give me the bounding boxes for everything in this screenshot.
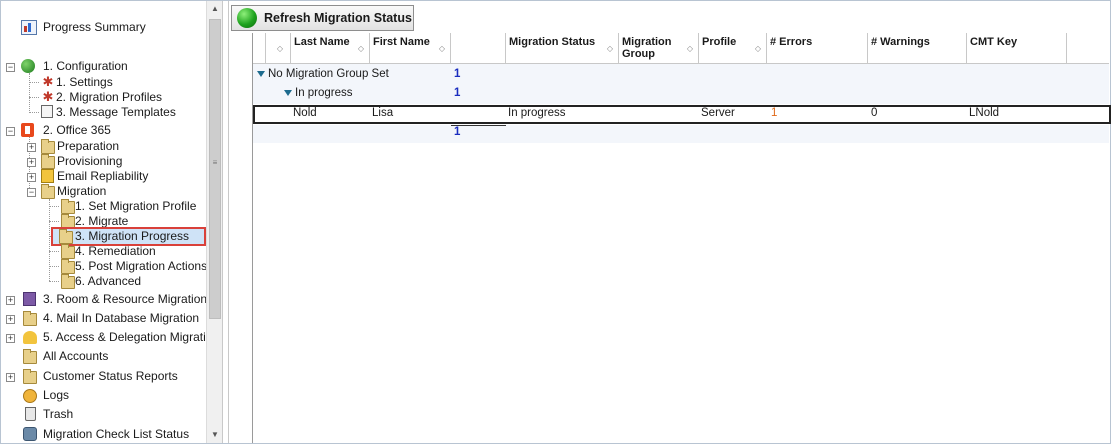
expand-icon[interactable]: + — [6, 334, 15, 343]
tree-item-room-resource-migration[interactable]: 3. Room & Resource Migration — [43, 292, 207, 307]
column-header-errors[interactable]: # Errors — [767, 33, 868, 64]
expand-icon[interactable]: + — [27, 158, 36, 167]
group-row-migration-group[interactable]: No Migration Group Set — [257, 65, 389, 84]
cell-warnings: 0 — [871, 107, 878, 119]
cell-cmt-key: LNold — [969, 107, 1000, 119]
office365-icon — [21, 123, 34, 137]
tree-item-all-accounts[interactable]: All Accounts — [43, 349, 108, 364]
folder-open-icon — [41, 184, 55, 199]
tree-item-remediation[interactable]: 4. Remediation — [75, 244, 156, 259]
expand-icon[interactable]: + — [6, 373, 15, 382]
tree-item-trash[interactable]: Trash — [43, 407, 73, 422]
collapse-icon[interactable]: − — [6, 127, 15, 136]
refresh-status-icon — [237, 8, 257, 28]
sort-icon: ◇ — [686, 44, 693, 53]
folder-icon — [23, 369, 37, 384]
folder-icon — [61, 244, 75, 259]
cell-errors: 1 — [771, 107, 778, 119]
settings-gear-icon: ✱ — [42, 74, 54, 89]
scroll-up-icon[interactable]: ▲ — [207, 1, 222, 17]
tree-item-migration-progress[interactable]: 3. Migration Progress — [75, 229, 189, 244]
collapse-icon[interactable]: − — [27, 188, 36, 197]
progress-summary-icon — [21, 20, 37, 35]
tree-item-set-migration-profile[interactable]: 1. Set Migration Profile — [75, 199, 196, 214]
template-icon — [41, 105, 53, 118]
column-header-spacer — [1067, 33, 1109, 64]
cell-first-name: Lisa — [372, 107, 394, 119]
logs-icon — [23, 389, 37, 403]
tree-item-preparation[interactable]: Preparation — [57, 139, 119, 154]
folder-icon — [61, 274, 75, 289]
main-panel: Refresh Migration Status ◇ Last Name ◇ Fi… — [228, 1, 1111, 443]
tree-item-migration-profiles[interactable]: 2. Migration Profiles — [56, 90, 162, 105]
sidebar-scrollbar[interactable]: ▲ ≡ ▼ — [206, 1, 222, 443]
scrollbar-thumb[interactable] — [209, 19, 221, 319]
tree-item-customer-status-reports[interactable]: Customer Status Reports — [43, 369, 178, 384]
globe-icon — [21, 59, 35, 73]
column-header-migration-status[interactable]: Migration Status ◇ — [506, 33, 619, 64]
tree-item-advanced[interactable]: 6. Advanced — [75, 274, 141, 289]
sort-icon: ◇ — [276, 44, 283, 53]
column-selector[interactable] — [253, 33, 266, 64]
tree-item-settings[interactable]: 1. Settings — [56, 75, 113, 90]
trash-icon — [25, 407, 36, 421]
tree-item-message-templates[interactable]: 3. Message Templates — [56, 105, 176, 120]
sort-icon: ◇ — [357, 44, 364, 53]
column-header-warnings[interactable]: # Warnings — [868, 33, 967, 64]
navigation-tree: Progress Summary − 1. Configuration ✱ 1.… — [1, 1, 223, 443]
column-header-migration-group[interactable]: Migration Group ◇ — [619, 33, 699, 64]
tree-item-configuration[interactable]: 1. Configuration — [43, 59, 128, 74]
collapse-icon[interactable]: − — [6, 63, 15, 72]
group-count: 1 — [454, 87, 461, 99]
profiles-gear-icon: ✱ — [42, 89, 54, 104]
database-folder-icon — [23, 311, 37, 326]
cell-profile: Server — [701, 107, 735, 119]
expand-icon[interactable]: + — [6, 315, 15, 324]
folder-icon — [41, 139, 55, 154]
column-sort-handle[interactable]: ◇ — [266, 33, 291, 64]
column-header-profile[interactable]: Profile ◇ — [699, 33, 767, 64]
refresh-migration-status-button[interactable]: Refresh Migration Status — [231, 5, 414, 31]
scroll-down-icon[interactable]: ▼ — [207, 427, 222, 443]
tree-item-email-repliability[interactable]: Email Repliability — [57, 169, 148, 184]
column-header-blank[interactable] — [451, 33, 506, 64]
room-resource-icon — [23, 292, 36, 306]
tree-item-mail-in-database-migration[interactable]: 4. Mail In Database Migration — [43, 311, 199, 326]
sort-icon: ◇ — [606, 44, 613, 53]
collapse-group-icon[interactable] — [257, 70, 265, 77]
tree-item-office365[interactable]: 2. Office 365 — [43, 123, 111, 138]
expand-icon[interactable]: + — [6, 296, 15, 305]
column-header-cmt-key[interactable]: CMT Key — [967, 33, 1067, 64]
access-delegation-icon — [23, 331, 37, 344]
sort-icon: ◇ — [754, 44, 761, 53]
grip-icon: ≡ — [212, 158, 218, 167]
summary-total-count: 1 — [454, 126, 461, 138]
refresh-button-label: Refresh Migration Status — [264, 11, 412, 25]
tree-item-post-migration-actions[interactable]: 5. Post Migration Actions — [75, 259, 207, 274]
group-count: 1 — [454, 68, 461, 80]
column-header-first-name[interactable]: First Name ◇ — [370, 33, 451, 64]
column-header-last-name[interactable]: Last Name ◇ — [291, 33, 370, 64]
expand-icon[interactable]: + — [27, 143, 36, 152]
expand-icon[interactable]: + — [27, 173, 36, 182]
cell-migration-status: In progress — [508, 107, 566, 119]
tree-item-migration-checklist-status[interactable]: Migration Check List Status — [43, 427, 189, 442]
sort-icon: ◇ — [438, 44, 445, 53]
tree-item-access-delegation-migration[interactable]: 5. Access & Delegation Migrati — [43, 330, 206, 345]
tree-item-migration[interactable]: Migration — [57, 184, 106, 199]
folder-icon — [41, 154, 55, 169]
tree-item-logs[interactable]: Logs — [43, 388, 69, 403]
checklist-icon — [23, 427, 37, 441]
migration-grid: ◇ Last Name ◇ First Name ◇ Migration Statu… — [252, 33, 1111, 443]
email-repliability-icon — [41, 169, 54, 183]
folder-icon — [61, 199, 75, 214]
folder-icon — [61, 259, 75, 274]
folder-icon — [23, 349, 37, 364]
tree-item-provisioning[interactable]: Provisioning — [57, 154, 122, 169]
cell-last-name: Nold — [293, 107, 317, 119]
group-row-migration-status[interactable]: In progress — [284, 84, 353, 103]
collapse-group-icon[interactable] — [284, 89, 292, 96]
folder-icon — [59, 229, 73, 244]
tree-item-progress-summary[interactable]: Progress Summary — [43, 20, 146, 35]
